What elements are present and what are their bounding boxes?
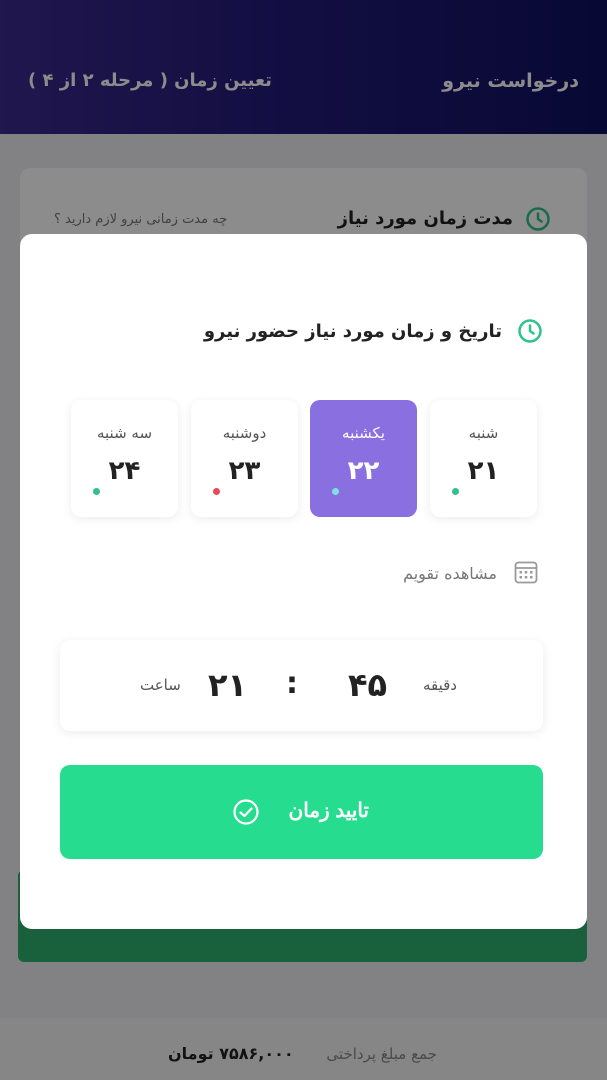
day-number: ۲۴ bbox=[108, 456, 141, 486]
availability-dot bbox=[452, 488, 459, 495]
minute-label: دقیقه bbox=[422, 676, 457, 694]
view-calendar-link[interactable]: مشاهده تقویم bbox=[403, 564, 497, 583]
availability-dot bbox=[213, 488, 220, 495]
day-name: یکشنبه bbox=[342, 424, 385, 442]
datetime-modal: تاریخ و زمان مورد نیاز حضور نیرو شنبه ۲۱… bbox=[20, 234, 587, 929]
time-picker: دقیقه ۴۵ : ۲۱ ساعت bbox=[60, 640, 543, 731]
day-number: ۲۱ bbox=[467, 456, 500, 486]
modal-title: تاریخ و زمان مورد نیاز حضور نیرو bbox=[203, 321, 502, 342]
clock-icon bbox=[518, 319, 542, 343]
check-circle-icon bbox=[233, 799, 259, 825]
day-number: ۲۲ bbox=[347, 456, 380, 486]
confirm-time-button[interactable]: تایید زمان bbox=[60, 765, 543, 859]
day-card-sunday[interactable]: یکشنبه ۲۲ bbox=[310, 400, 417, 517]
day-name: دوشنبه bbox=[222, 424, 267, 442]
time-separator: : bbox=[286, 666, 298, 701]
day-card-tuesday[interactable]: سه شنبه ۲۴ bbox=[71, 400, 178, 517]
day-number: ۲۳ bbox=[228, 456, 261, 486]
day-card-monday[interactable]: دوشنبه ۲۳ bbox=[191, 400, 298, 517]
confirm-button-label: تایید زمان bbox=[288, 800, 369, 822]
hour-value[interactable]: ۲۱ bbox=[208, 666, 247, 704]
calendar-icon[interactable] bbox=[513, 559, 539, 585]
minute-value[interactable]: ۴۵ bbox=[348, 666, 387, 704]
hour-label: ساعت bbox=[140, 676, 181, 694]
day-card-saturday[interactable]: شنبه ۲۱ bbox=[430, 400, 537, 517]
day-name: شنبه bbox=[468, 424, 499, 442]
day-name: سه شنبه bbox=[96, 424, 153, 442]
availability-dot bbox=[93, 488, 100, 495]
availability-dot bbox=[332, 488, 339, 495]
